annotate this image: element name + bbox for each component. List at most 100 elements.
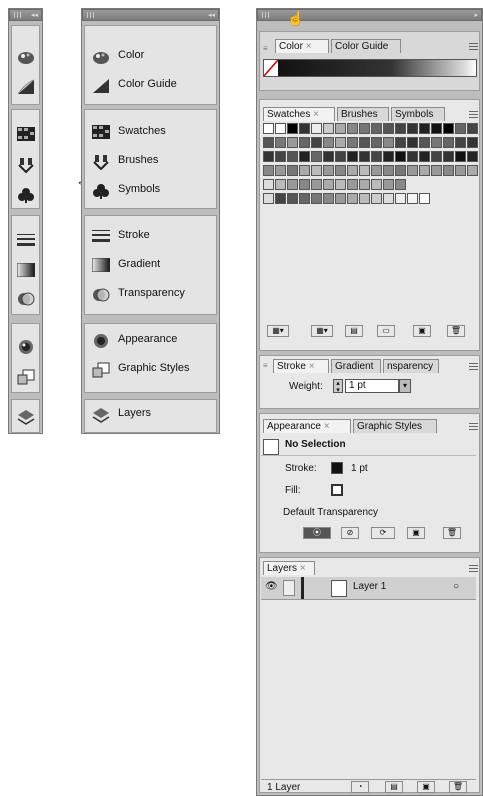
color-swatch[interactable] <box>263 193 274 204</box>
color-swatch[interactable] <box>359 137 370 148</box>
color-swatch[interactable] <box>335 193 346 204</box>
color-swatch[interactable] <box>371 165 382 176</box>
color-swatch[interactable] <box>335 179 346 190</box>
color-swatch[interactable] <box>275 179 286 190</box>
color-swatch[interactable] <box>347 165 358 176</box>
color-swatch[interactable] <box>275 165 286 176</box>
color-swatch[interactable] <box>359 151 370 162</box>
color-swatch[interactable] <box>407 151 418 162</box>
expanded-dock-titlebar[interactable]: ◂◂ <box>82 9 219 21</box>
color-swatch[interactable] <box>323 137 334 148</box>
collapsed-dock-titlebar[interactable]: ◂◂ <box>9 9 42 21</box>
color-swatch[interactable] <box>311 151 322 162</box>
layers-icon[interactable] <box>17 409 35 425</box>
color-swatch[interactable] <box>407 193 418 204</box>
color-swatch[interactable] <box>299 137 310 148</box>
color-swatch[interactable] <box>395 137 406 148</box>
color-swatch[interactable] <box>371 179 382 190</box>
color-swatch[interactable] <box>347 137 358 148</box>
color-swatch[interactable] <box>395 151 406 162</box>
color-swatch[interactable] <box>335 165 346 176</box>
make-clipping-mask-button[interactable]: ◔ <box>351 781 369 793</box>
color-swatch[interactable] <box>311 123 322 134</box>
color-swatch[interactable] <box>347 193 358 204</box>
tab-color-guide[interactable]: Color Guide <box>331 39 401 53</box>
visibility-eye-icon[interactable]: 👁 <box>265 581 278 592</box>
grip-icon[interactable] <box>14 12 22 18</box>
color-swatch[interactable] <box>383 137 394 148</box>
color-swatch[interactable] <box>431 151 442 162</box>
panel-menu-icon[interactable] <box>469 43 478 50</box>
color-swatch[interactable] <box>287 151 298 162</box>
color-swatch[interactable] <box>419 123 430 134</box>
tab-swatches[interactable]: Swatches × <box>263 107 335 121</box>
color-spectrum-bar[interactable] <box>263 59 477 77</box>
lock-toggle[interactable] <box>283 580 295 596</box>
grip-icon[interactable] <box>87 12 95 18</box>
color-swatch[interactable] <box>347 151 358 162</box>
fill-color-swatch[interactable] <box>331 484 343 496</box>
color-swatch[interactable] <box>467 165 478 176</box>
symbols-icon[interactable] <box>17 187 35 203</box>
color-swatch[interactable] <box>383 179 394 190</box>
color-guide-icon[interactable] <box>17 79 35 95</box>
color-swatch[interactable] <box>263 151 274 162</box>
color-swatch[interactable] <box>299 151 310 162</box>
color-swatch[interactable] <box>383 123 394 134</box>
weight-input[interactable]: 1 pt <box>345 379 399 393</box>
tab-stroke[interactable]: Stroke × <box>273 359 329 373</box>
color-swatch[interactable] <box>407 137 418 148</box>
close-icon[interactable]: × <box>309 361 315 372</box>
color-swatch[interactable] <box>455 123 466 134</box>
color-swatch[interactable] <box>371 151 382 162</box>
swatches-icon[interactable] <box>17 127 35 141</box>
stroke-color-swatch[interactable] <box>331 462 343 474</box>
none-swatch-icon[interactable] <box>264 60 278 76</box>
collapse-arrow-icon[interactable]: ▸ <box>474 12 478 19</box>
show-swatch-kinds-button[interactable]: ▦▾ <box>311 325 333 337</box>
delete-swatch-button[interactable]: 🗑 <box>447 325 465 337</box>
gradient-icon[interactable] <box>17 263 35 277</box>
color-swatch[interactable] <box>359 179 370 190</box>
duplicate-item-button[interactable]: ▣ <box>407 527 425 539</box>
swatch-libraries-button[interactable]: ▦▾ <box>267 325 289 337</box>
color-swatch[interactable] <box>347 123 358 134</box>
stroke-panel-grip-icon[interactable]: ≡ <box>263 361 268 370</box>
swatches-grid[interactable] <box>263 123 478 213</box>
color-swatch[interactable] <box>323 151 334 162</box>
color-swatch[interactable] <box>287 165 298 176</box>
close-icon[interactable]: × <box>324 421 330 432</box>
close-icon[interactable]: × <box>313 109 319 120</box>
target-circle-icon[interactable]: ○ <box>453 581 459 592</box>
appearance-icon[interactable] <box>17 339 35 355</box>
color-swatch[interactable] <box>263 123 274 134</box>
color-swatch[interactable] <box>299 123 310 134</box>
color-swatch[interactable] <box>347 179 358 190</box>
add-effect-button[interactable]: ⦿ <box>303 527 331 539</box>
expand-arrows-icon[interactable]: ◂◂ <box>208 12 215 19</box>
transparency-icon[interactable] <box>17 291 35 307</box>
color-swatch[interactable] <box>275 123 286 134</box>
color-swatch[interactable] <box>407 123 418 134</box>
tab-layers[interactable]: Layers × <box>263 561 315 575</box>
color-swatch[interactable] <box>395 193 406 204</box>
new-color-group-button[interactable]: ▭ <box>377 325 395 337</box>
color-swatch[interactable] <box>335 123 346 134</box>
tab-symbols[interactable]: Symbols <box>391 107 445 121</box>
color-swatch[interactable] <box>323 193 334 204</box>
color-icon[interactable] <box>17 49 35 65</box>
color-swatch[interactable] <box>335 137 346 148</box>
swatch-options-button[interactable]: ▤ <box>345 325 363 337</box>
color-swatch[interactable] <box>395 165 406 176</box>
close-icon[interactable]: × <box>300 563 306 574</box>
panel-menu-icon[interactable] <box>469 565 478 572</box>
weight-stepper[interactable]: ▴ ▾ <box>333 379 343 394</box>
tab-color[interactable]: Color × <box>275 39 329 53</box>
color-swatch[interactable] <box>287 193 298 204</box>
reduce-basic-appearance-button[interactable]: ⟳ <box>371 527 395 539</box>
color-swatch[interactable] <box>275 193 286 204</box>
panel-menu-icon[interactable] <box>469 111 478 118</box>
panel-menu-icon[interactable] <box>469 363 478 370</box>
color-swatch[interactable] <box>359 193 370 204</box>
color-swatch[interactable] <box>467 123 478 134</box>
